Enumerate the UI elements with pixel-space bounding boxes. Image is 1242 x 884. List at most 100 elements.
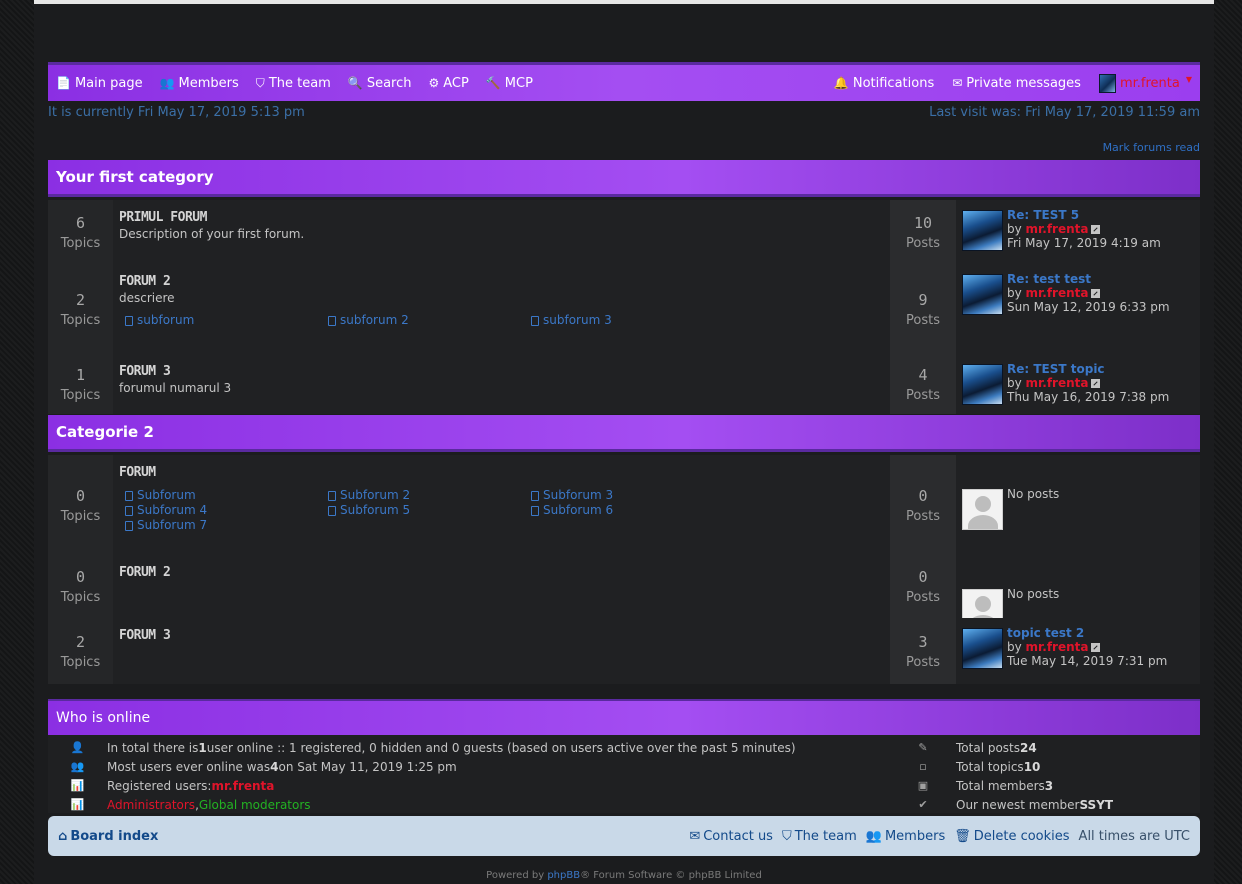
- footer-team-link[interactable]: ⛉ The team: [782, 829, 857, 844]
- page-wrapper: 📄 Main page 👥 Members ⛉ The team 🔍 Search ⚙ ACP 🔨 M…: [34, 0, 1214, 884]
- username: mr.frenta: [1119, 75, 1180, 91]
- forum-title-link[interactable]: FORUM 2: [119, 274, 884, 289]
- subforum-link[interactable]: Subforum 6: [531, 503, 734, 518]
- who-is-online-header[interactable]: Who is online: [48, 699, 1200, 735]
- delete-cookies-link[interactable]: 🗑 Delete cookies: [954, 829, 1069, 844]
- last-post-title-link[interactable]: Re: test test: [1007, 272, 1170, 286]
- online-total-line: 👤 In total there is 1 user online :: 1 r…: [48, 738, 890, 757]
- forum-title-link[interactable]: PRIMUL FORUM: [119, 210, 884, 225]
- newest-member-link[interactable]: SSYT: [1079, 798, 1113, 812]
- phpbb-link[interactable]: phpBB: [547, 870, 580, 881]
- goto-post-icon[interactable]: [1091, 289, 1101, 298]
- navbar: 📄 Main page 👥 Members ⛉ The team 🔍 Search ⚙ ACP 🔨 M…: [48, 62, 1200, 101]
- last-post-title-link[interactable]: Re: TEST 5: [1007, 208, 1161, 222]
- subforum-link[interactable]: subforum 2: [328, 313, 531, 328]
- last-post-author-link[interactable]: mr.frenta: [1026, 640, 1089, 654]
- last-post-cell: Re: TEST 5 by mr.frenta Fri May 17, 2019 4…: [956, 200, 1200, 264]
- nav-search-link[interactable]: 🔍 Search: [348, 76, 412, 91]
- file-icon: [125, 315, 133, 326]
- nav-main-page-link[interactable]: 📄 Main page: [56, 76, 143, 91]
- topics-label: Topics: [60, 312, 101, 328]
- posts-count: 0: [918, 486, 928, 505]
- subforum-link[interactable]: Subforum 3: [531, 488, 734, 503]
- last-poster-avatar[interactable]: [962, 274, 1003, 315]
- notifications-link[interactable]: 🔔 Notifications: [834, 76, 934, 91]
- forum-row: 2 Topics FORUM 2 descriere subforum subforum …: [48, 264, 1200, 354]
- cogs-icon: ⚙: [428, 76, 440, 90]
- subforum-link[interactable]: subforum 3: [531, 313, 734, 328]
- global-moderators-link[interactable]: Global moderators: [199, 798, 311, 812]
- page-side-pattern-right: [1214, 0, 1242, 884]
- timezone-note: All times are UTC: [1078, 828, 1190, 844]
- goto-post-icon[interactable]: [1091, 643, 1101, 652]
- shield-icon: ⛉: [781, 828, 792, 844]
- registered-user-link[interactable]: mr.frenta: [211, 779, 274, 793]
- forum-title-link[interactable]: FORUM 3: [119, 364, 884, 379]
- last-poster-avatar[interactable]: [962, 210, 1003, 251]
- subforum-link[interactable]: Subforum 5: [328, 503, 531, 518]
- subforum-link[interactable]: subforum: [125, 313, 328, 328]
- category-header[interactable]: Categorie 2: [48, 415, 1200, 452]
- newest-member-line: ✔ Our newest member SSYT: [890, 795, 1200, 814]
- subforum-label: Subforum: [137, 488, 196, 502]
- goto-post-icon[interactable]: [1091, 379, 1101, 388]
- members-icon: 👥: [865, 828, 882, 844]
- subforum-link[interactable]: Subforum: [125, 488, 328, 503]
- category-header[interactable]: Your first category: [48, 160, 1200, 197]
- topics-label: Topics: [60, 387, 101, 403]
- forum-title-link[interactable]: FORUM 3: [119, 628, 884, 643]
- file-icon: [531, 315, 539, 326]
- private-messages-label: Private messages: [966, 75, 1081, 91]
- nav-mcp-link[interactable]: 🔨 MCP: [486, 76, 533, 91]
- check-icon: ✔: [918, 798, 928, 811]
- last-post-cell: topic test 2 by mr.frenta Tue May 14, 2019…: [956, 618, 1200, 684]
- nav-members-link[interactable]: 👥 Members: [160, 76, 239, 91]
- forum-row: 2 Topics FORUM 3 3 Posts topic test 2 by mr.fr…: [48, 618, 1200, 684]
- posts-count: 9: [918, 290, 928, 309]
- posts-count-cell: 9 Posts: [890, 264, 956, 354]
- last-post-author-link[interactable]: mr.frenta: [1026, 222, 1089, 236]
- board-index-link[interactable]: ⌂ Board index: [58, 829, 158, 844]
- last-post-title-link[interactable]: Re: TEST topic: [1007, 362, 1169, 376]
- by-label: by: [1007, 640, 1022, 654]
- nav-item-label: Main page: [74, 75, 143, 91]
- contact-us-link[interactable]: ✉ Contact us: [689, 829, 773, 844]
- administrators-link[interactable]: Administrators: [107, 798, 195, 812]
- user-avatar: [1098, 73, 1116, 93]
- forum-title-link[interactable]: FORUM: [119, 465, 884, 480]
- user-icon: 👤: [70, 741, 85, 754]
- forum-title-link[interactable]: FORUM 2: [119, 565, 884, 580]
- last-poster-avatar[interactable]: [962, 628, 1003, 669]
- subforum-link[interactable]: Subforum 7: [125, 518, 328, 533]
- last-post-title-link[interactable]: topic test 2: [1007, 626, 1167, 640]
- online-record-line: 👥 Most users ever online was 4 on Sat Ma…: [48, 757, 890, 776]
- nav-acp-link[interactable]: ⚙ ACP: [428, 76, 468, 91]
- subforum-label: subforum 2: [340, 313, 409, 327]
- footer-members-link[interactable]: 👥 Members: [866, 829, 945, 844]
- posts-count: 10: [913, 213, 933, 232]
- last-post-date: Sun May 12, 2019 6:33 pm: [1007, 300, 1170, 314]
- goto-post-icon[interactable]: [1091, 225, 1101, 234]
- subforum-link[interactable]: Subforum 4: [125, 503, 328, 518]
- posts-label: Posts: [906, 508, 940, 524]
- posts-label: Posts: [906, 312, 940, 328]
- posts-count: 3: [918, 632, 928, 651]
- subforum-link[interactable]: Subforum 2: [328, 488, 531, 503]
- last-post-info: Re: TEST topic by mr.frenta Thu May 16, 20…: [1007, 362, 1169, 406]
- last-post-author-link[interactable]: mr.frenta: [1026, 376, 1089, 390]
- subforum-label: Subforum 6: [543, 503, 614, 517]
- last-poster-avatar[interactable]: [962, 364, 1003, 405]
- mark-forums-read-link[interactable]: Mark forums read: [1103, 141, 1200, 154]
- user-menu[interactable]: mr.frenta ▼: [1098, 73, 1192, 93]
- last-post-date: Fri May 17, 2019 4:19 am: [1007, 236, 1161, 250]
- topics-count-cell: 2 Topics: [48, 618, 113, 684]
- by-label: by: [1007, 376, 1022, 390]
- subforum-label: subforum: [137, 313, 195, 327]
- file-icon: [125, 520, 133, 531]
- nav-the-team-link[interactable]: ⛉ The team: [256, 76, 331, 91]
- who-is-online-title: Who is online: [56, 710, 151, 726]
- private-messages-link[interactable]: ✉ Private messages: [952, 76, 1081, 91]
- last-post-author-link[interactable]: mr.frenta: [1026, 286, 1089, 300]
- subforum-label: Subforum 2: [340, 488, 411, 502]
- last-post-date: Tue May 14, 2019 7:31 pm: [1007, 654, 1168, 668]
